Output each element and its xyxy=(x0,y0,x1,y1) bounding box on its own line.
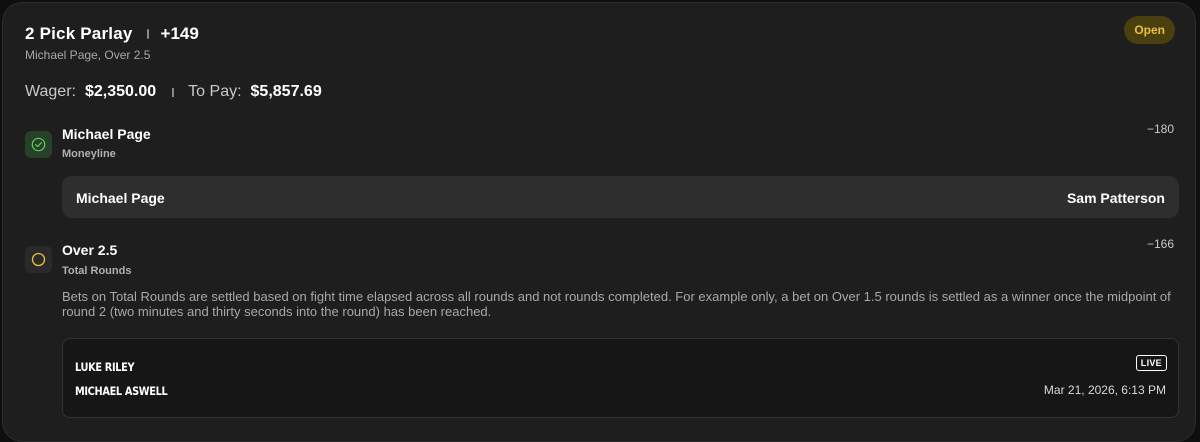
divider xyxy=(172,87,175,97)
payout-label: To Pay: xyxy=(188,83,242,100)
event-datetime: Mar 21, 2026, 6:13 PM xyxy=(1043,383,1166,397)
matchup-home: Michael Page xyxy=(76,190,165,206)
payout-value: $5,857.69 xyxy=(250,83,322,100)
leg-market: Moneyline xyxy=(62,148,116,160)
matchup-away: Sam Patterson xyxy=(1066,190,1165,206)
leg-selection: Michael Page xyxy=(62,126,151,142)
live-badge: LIVE xyxy=(1135,355,1167,371)
event-card[interactable]: LUKE RILEY MICHAEL ASWELL LIVE Mar 21, 2… xyxy=(62,338,1179,418)
market-rules-text: Bets on Total Rounds are settled based o… xyxy=(62,289,1171,319)
pending-circle-icon xyxy=(25,246,52,273)
leg-odds: −166 xyxy=(1146,237,1174,251)
leg-market: Total Rounds xyxy=(62,265,132,277)
bet-summary: Michael Page, Over 2.5 xyxy=(25,48,151,62)
status-badge: Open xyxy=(1124,16,1175,44)
bet-card[interactable]: 2 Pick Parlay +149 Michael Page, Over 2.… xyxy=(2,2,1196,442)
matchup-bar[interactable]: Michael Page Sam Patterson xyxy=(62,176,1179,218)
bet-header: 2 Pick Parlay +149 xyxy=(25,24,199,44)
leg-odds: −180 xyxy=(1146,122,1174,136)
check-circle-icon xyxy=(25,131,52,158)
leg-selection: Over 2.5 xyxy=(62,242,118,258)
divider xyxy=(146,29,149,39)
bet-odds: +149 xyxy=(160,24,199,43)
wager-value: $2,350.00 xyxy=(84,83,157,100)
bet-title: 2 Pick Parlay xyxy=(25,24,133,43)
wager-label: Wager: xyxy=(25,83,76,100)
event-fighter-1: LUKE RILEY xyxy=(75,360,135,374)
event-fighter-2: MICHAEL ASWELL xyxy=(75,384,168,398)
wager-row: Wager: $2,350.00 To Pay: $5,857.69 xyxy=(25,83,322,101)
